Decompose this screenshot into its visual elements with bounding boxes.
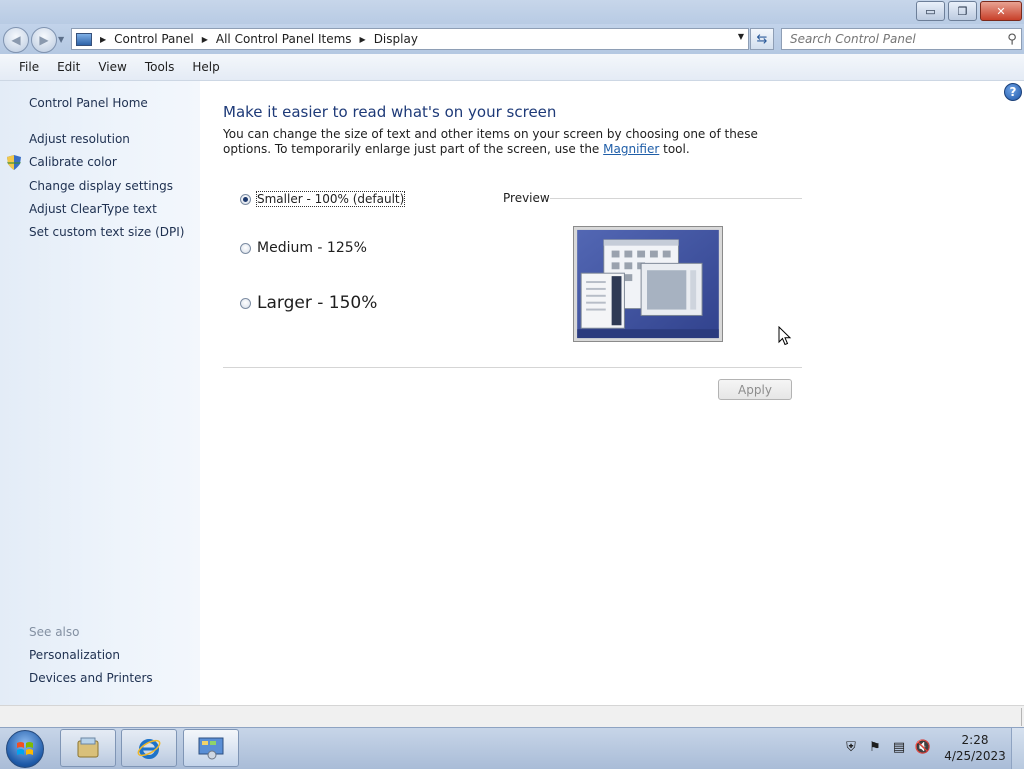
clock[interactable]: 2:28 4/25/2023 [940, 732, 1010, 764]
uac-shield-icon [7, 155, 21, 170]
control-panel-icon [76, 32, 92, 46]
back-arrow-icon: ◀ [11, 33, 21, 47]
preview-divider [550, 198, 802, 199]
radio-larger[interactable] [240, 297, 251, 309]
search-input[interactable] [782, 31, 1003, 47]
option-smaller[interactable]: Smaller - 100% (default) [240, 191, 406, 207]
windows-explorer-icon [77, 737, 99, 758]
radio-smaller[interactable] [240, 193, 251, 205]
forward-arrow-icon: ▶ [39, 33, 49, 47]
show-desktop-button[interactable] [1011, 728, 1024, 769]
refresh-button[interactable]: ⇆ [750, 28, 774, 50]
task-pane: Control Panel Home Adjust resolution Cal… [0, 81, 200, 705]
see-also-heading: See also [29, 625, 80, 639]
volume-muted-icon[interactable]: 🔇 [914, 738, 932, 756]
adjust-resolution-link[interactable]: Adjust resolution [29, 132, 130, 146]
option-larger-label[interactable]: Larger - 150% [257, 293, 377, 313]
notification-area: ⛨ ⚑ ▤ 🔇 [842, 738, 938, 756]
breadcrumb-arrow-icon[interactable]: ▶ [360, 35, 366, 44]
taskbar-explorer-button[interactable] [60, 729, 116, 767]
close-button[interactable]: ✕ [980, 1, 1022, 21]
menu-bar: File Edit View Tools Help [0, 54, 1024, 81]
personalization-link[interactable]: Personalization [29, 648, 120, 662]
menu-tools[interactable]: Tools [145, 60, 175, 74]
internet-explorer-icon [137, 739, 161, 759]
breadcrumb-arrow-icon[interactable]: ▶ [100, 35, 106, 44]
network-icon[interactable]: ▤ [890, 738, 908, 756]
recent-pages-dropdown-icon[interactable]: ▼ [58, 35, 64, 44]
minimize-button[interactable]: ▭ [916, 1, 945, 21]
option-larger[interactable]: Larger - 150% [240, 293, 377, 313]
option-medium[interactable]: Medium - 125% [240, 240, 367, 256]
breadcrumb-arrow-icon[interactable]: ▶ [202, 35, 208, 44]
breadcrumb-display[interactable]: Display [374, 32, 418, 46]
resize-grip[interactable] [1021, 708, 1022, 726]
address-row: ◀ ▶ ▼ ▶ Control Panel ▶ All Control Panel… [0, 24, 1024, 54]
option-smaller-label[interactable]: Smaller - 100% (default) [255, 191, 406, 207]
maximize-button[interactable]: ❐ [948, 1, 977, 21]
page-title: Make it easier to read what's on your sc… [223, 103, 557, 121]
status-bar [0, 705, 1024, 728]
breadcrumb-control-panel[interactable]: Control Panel ▶ [114, 32, 216, 46]
menu-edit[interactable]: Edit [57, 60, 80, 74]
taskbar-ie-button[interactable] [121, 729, 177, 767]
menu-view[interactable]: View [98, 60, 126, 74]
flag-icon[interactable]: ⚑ [866, 738, 884, 756]
address-bar[interactable]: ▶ Control Panel ▶ All Control Panel Items… [71, 28, 749, 50]
custom-dpi-link[interactable]: Set custom text size (DPI) [29, 225, 184, 239]
main-content: ? Make it easier to read what's on your … [200, 81, 1024, 705]
menu-file[interactable]: File [19, 60, 39, 74]
window-controls: ▭ ❐ ✕ [913, 1, 1022, 21]
taskbar: ⛨ ⚑ ▤ 🔇 2:28 4/25/2023 [0, 727, 1024, 769]
forward-button[interactable]: ▶ [31, 27, 57, 53]
address-dropdown-icon[interactable]: ▼ [738, 32, 744, 41]
magnifier-link[interactable]: Magnifier [603, 142, 659, 156]
calibrate-color-link[interactable]: Calibrate color [29, 155, 117, 169]
mouse-cursor-icon [778, 326, 792, 346]
windows-logo-icon [17, 742, 33, 755]
search-box[interactable]: ⚲ [781, 28, 1022, 50]
preview-image [573, 226, 723, 342]
breadcrumb-all-items[interactable]: All Control Panel Items ▶ [216, 32, 374, 46]
preview-label: Preview [503, 191, 550, 205]
option-medium-label[interactable]: Medium - 125% [257, 240, 367, 256]
help-icon[interactable]: ? [1004, 83, 1022, 101]
apply-button[interactable]: Apply [718, 379, 792, 400]
start-button[interactable] [6, 730, 44, 768]
control-panel-home-link[interactable]: Control Panel Home [29, 96, 148, 110]
back-button[interactable]: ◀ [3, 27, 29, 53]
control-panel-icon [198, 737, 224, 760]
devices-printers-link[interactable]: Devices and Printers [29, 671, 153, 685]
action-center-icon[interactable]: ⛨ [842, 738, 860, 756]
taskbar-control-panel-button[interactable] [183, 729, 239, 767]
page-description: You can change the size of text and othe… [223, 127, 758, 156]
radio-medium[interactable] [240, 242, 251, 254]
adjust-cleartype-link[interactable]: Adjust ClearType text [29, 202, 157, 216]
search-icon[interactable]: ⚲ [1003, 32, 1021, 47]
title-bar: ▭ ❐ ✕ [0, 0, 1024, 24]
refresh-icon: ⇆ [756, 31, 768, 47]
menu-help[interactable]: Help [192, 60, 219, 74]
change-display-settings-link[interactable]: Change display settings [29, 179, 173, 193]
section-divider [223, 367, 802, 368]
